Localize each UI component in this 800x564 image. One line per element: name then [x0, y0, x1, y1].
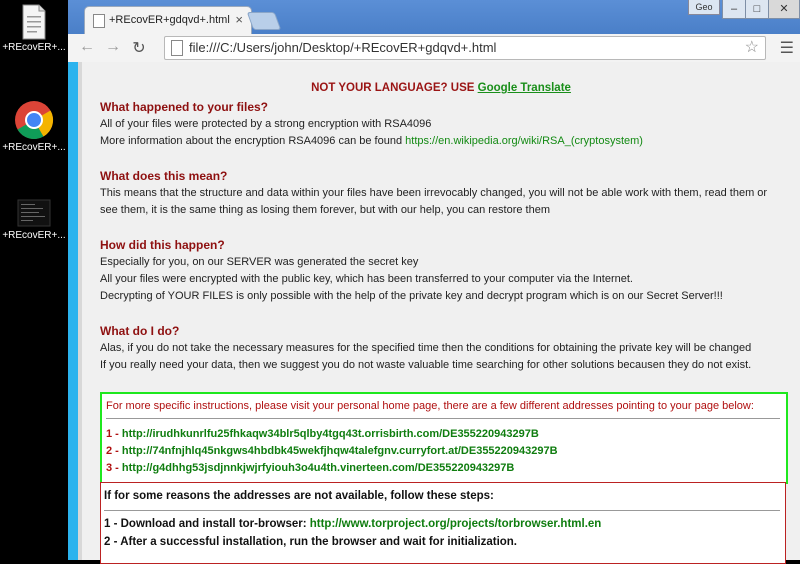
onion-address-link-2[interactable]: http://74nfnjhlq45nkgws4hbdbk45wekfjhqw4… [122, 445, 558, 457]
divider [104, 510, 780, 511]
paragraph: Especially for you, on our SERVER was ge… [100, 256, 419, 268]
onion-address-link-3[interactable]: http://g4dhhg53jsdjnnkjwjrfyiouh3o4u4th.… [122, 462, 514, 474]
section-heading: What happened to your files? [100, 100, 269, 114]
reload-button[interactable]: ↻ [128, 38, 150, 58]
bookmark-star-icon[interactable]: ☆ [745, 37, 759, 57]
desktop-icon-label: +REcovER+... [2, 142, 66, 153]
paragraph: see them, it is the same thing as losing… [100, 204, 551, 216]
browser-tab[interactable]: +REcovER+gdqvd+.html × [84, 6, 252, 35]
browser-toolbar: ← → ↻ file:///C:/Users/john/Desktop/+REc… [68, 34, 800, 63]
box-intro-text: For more specific instructions, please v… [106, 400, 754, 412]
browser-titlebar: +REcovER+gdqvd+.html × Geo – □ ✕ [68, 0, 800, 35]
section-heading: What do I do? [100, 324, 180, 338]
paragraph: All of your files were protected by a st… [100, 118, 432, 130]
paragraph: This means that the structure and data w… [100, 187, 768, 199]
new-tab-button[interactable] [246, 12, 282, 30]
address-number: 1 - [106, 428, 119, 440]
maximize-button[interactable]: □ [745, 0, 769, 19]
profile-button[interactable]: Geo [688, 0, 720, 15]
paragraph-text: More information about the encryption RS… [100, 135, 403, 147]
desktop-icon-label: +REcovER+... [2, 230, 66, 241]
back-button[interactable]: ← [76, 38, 98, 56]
language-header-text: NOT YOUR LANGUAGE? USE [311, 82, 475, 94]
tor-download-link[interactable]: http://www.torproject.org/projects/torbr… [310, 518, 602, 530]
divider [106, 418, 780, 419]
google-translate-link[interactable]: Google Translate [478, 82, 571, 94]
onion-address-link-1[interactable]: http://irudhkunrlfu25fhkaqw34blr5qlby4tg… [122, 428, 539, 440]
page-icon [171, 40, 183, 56]
wikipedia-rsa-link[interactable]: https://en.wikipedia.org/wiki/RSA_(crypt… [405, 135, 643, 147]
paragraph: Decrypting of YOUR FILES is only possibl… [100, 290, 723, 302]
section-heading: What does this mean? [100, 169, 228, 183]
address-number: 2 - [106, 445, 119, 457]
address-bar[interactable]: file:///C:/Users/john/Desktop/+REcovER+g… [164, 36, 766, 60]
document-icon [22, 4, 46, 40]
menu-icon[interactable]: ☰ [780, 38, 794, 58]
desktop-icon-label: +REcovER+... [2, 42, 66, 53]
desktop-icon-html-file[interactable]: +REcovER+... [0, 4, 68, 53]
step-line: 2 - After a successful installation, run… [104, 536, 518, 548]
desktop-icon-image-file[interactable]: +REcovER+... [0, 198, 68, 241]
section-heading: How did this happen? [100, 238, 225, 252]
page-favicon-icon [93, 14, 105, 28]
browser-window: +REcovER+gdqvd+.html × Geo – □ ✕ ← → ↻ f… [68, 0, 800, 564]
image-thumbnail-icon [17, 199, 51, 227]
address-line: 2 - http://74nfnjhlq45nkgws4hbdbk45wekfj… [106, 445, 558, 457]
tor-instructions-box: If for some reasons the addresses are no… [100, 482, 786, 564]
forward-button[interactable]: → [102, 38, 124, 56]
tab-close-button[interactable]: × [235, 12, 243, 27]
paragraph: More information about the encryption RS… [100, 133, 643, 150]
chrome-icon [15, 101, 54, 140]
paragraph: All your files were encrypted with the p… [100, 273, 633, 285]
page-viewport[interactable]: NOT YOUR LANGUAGE? USE Google Translate … [68, 62, 800, 564]
minimize-button[interactable]: – [722, 0, 746, 19]
step-text: 1 - Download and install tor-browser: [104, 518, 307, 530]
address-line: 3 - http://g4dhhg53jsdjnnkjwjrfyiouh3o4u… [106, 462, 514, 474]
tab-title: +REcovER+gdqvd+.html [109, 14, 230, 26]
paragraph: If you really need your data, then we su… [100, 359, 752, 371]
address-url: file:///C:/Users/john/Desktop/+REcovER+g… [189, 40, 497, 55]
step-line: 1 - Download and install tor-browser: ht… [104, 518, 601, 530]
page-left-bar [68, 62, 78, 560]
box-title: If for some reasons the addresses are no… [104, 490, 494, 502]
ransom-note-page: NOT YOUR LANGUAGE? USE Google Translate … [82, 62, 800, 564]
language-header: NOT YOUR LANGUAGE? USE Google Translate [82, 82, 800, 94]
desktop-icon-chrome-shortcut[interactable]: +REcovER+... [0, 100, 68, 153]
address-number: 3 - [106, 462, 119, 474]
personal-page-box: For more specific instructions, please v… [100, 392, 788, 484]
paragraph: Alas, if you do not take the necessary m… [100, 342, 752, 354]
close-window-button[interactable]: ✕ [768, 0, 800, 19]
address-line: 1 - http://irudhkunrlfu25fhkaqw34blr5qlb… [106, 428, 539, 440]
